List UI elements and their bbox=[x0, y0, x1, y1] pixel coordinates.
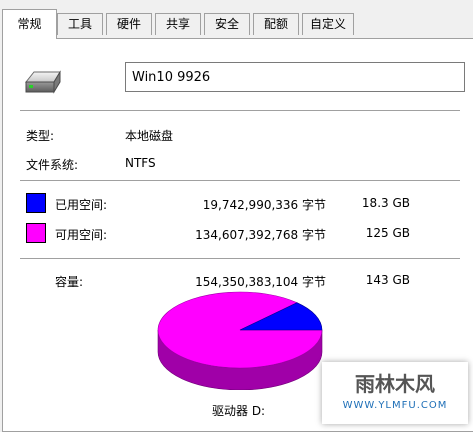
tab-security[interactable]: 安全 bbox=[204, 13, 250, 35]
used-space-bytes: 19,742,990,336 字节 bbox=[202, 198, 326, 212]
divider bbox=[20, 258, 460, 259]
free-space-label: 可用空间: bbox=[55, 228, 108, 242]
tab-tools[interactable]: 工具 bbox=[57, 13, 103, 35]
used-space-label: 已用空间: bbox=[55, 198, 108, 212]
free-space-bytes: 134,607,392,768 字节 bbox=[195, 228, 326, 242]
tab-quota[interactable]: 配额 bbox=[253, 13, 299, 35]
divider bbox=[20, 110, 460, 111]
tab-customize[interactable]: 自定义 bbox=[302, 13, 354, 35]
capacity-label: 容量: bbox=[55, 275, 84, 289]
drive-name-input[interactable] bbox=[125, 62, 465, 92]
drive-letter-label: 驱动器 D: bbox=[212, 404, 266, 418]
type-value: 本地磁盘 bbox=[125, 129, 174, 143]
tab-bar: 常规 工具 硬件 共享 安全 配额 自定义 bbox=[0, 0, 473, 39]
divider bbox=[20, 180, 460, 181]
capacity-size: 143 GB bbox=[365, 273, 410, 287]
tab-general[interactable]: 常规 bbox=[2, 9, 57, 39]
free-space-swatch bbox=[26, 223, 46, 243]
tab-sharing[interactable]: 共享 bbox=[155, 13, 201, 35]
type-label: 类型: bbox=[26, 129, 55, 143]
capacity-bytes: 154,350,383,104 字节 bbox=[195, 275, 326, 289]
tab-hardware[interactable]: 硬件 bbox=[106, 13, 152, 35]
used-space-swatch bbox=[26, 193, 46, 213]
watermark-url: WWW.YLMFU.COM bbox=[342, 400, 448, 411]
free-space-size: 125 GB bbox=[365, 226, 410, 240]
filesystem-label: 文件系统: bbox=[26, 158, 79, 172]
hard-drive-icon bbox=[24, 70, 61, 94]
watermark-text: 雨林木风 bbox=[355, 372, 435, 396]
used-space-size: 18.3 GB bbox=[361, 196, 410, 210]
disk-usage-pie-chart bbox=[157, 291, 323, 390]
watermark-logo: 雨林木风 WWW.YLMFU.COM bbox=[322, 362, 468, 424]
filesystem-value: NTFS bbox=[125, 156, 156, 170]
